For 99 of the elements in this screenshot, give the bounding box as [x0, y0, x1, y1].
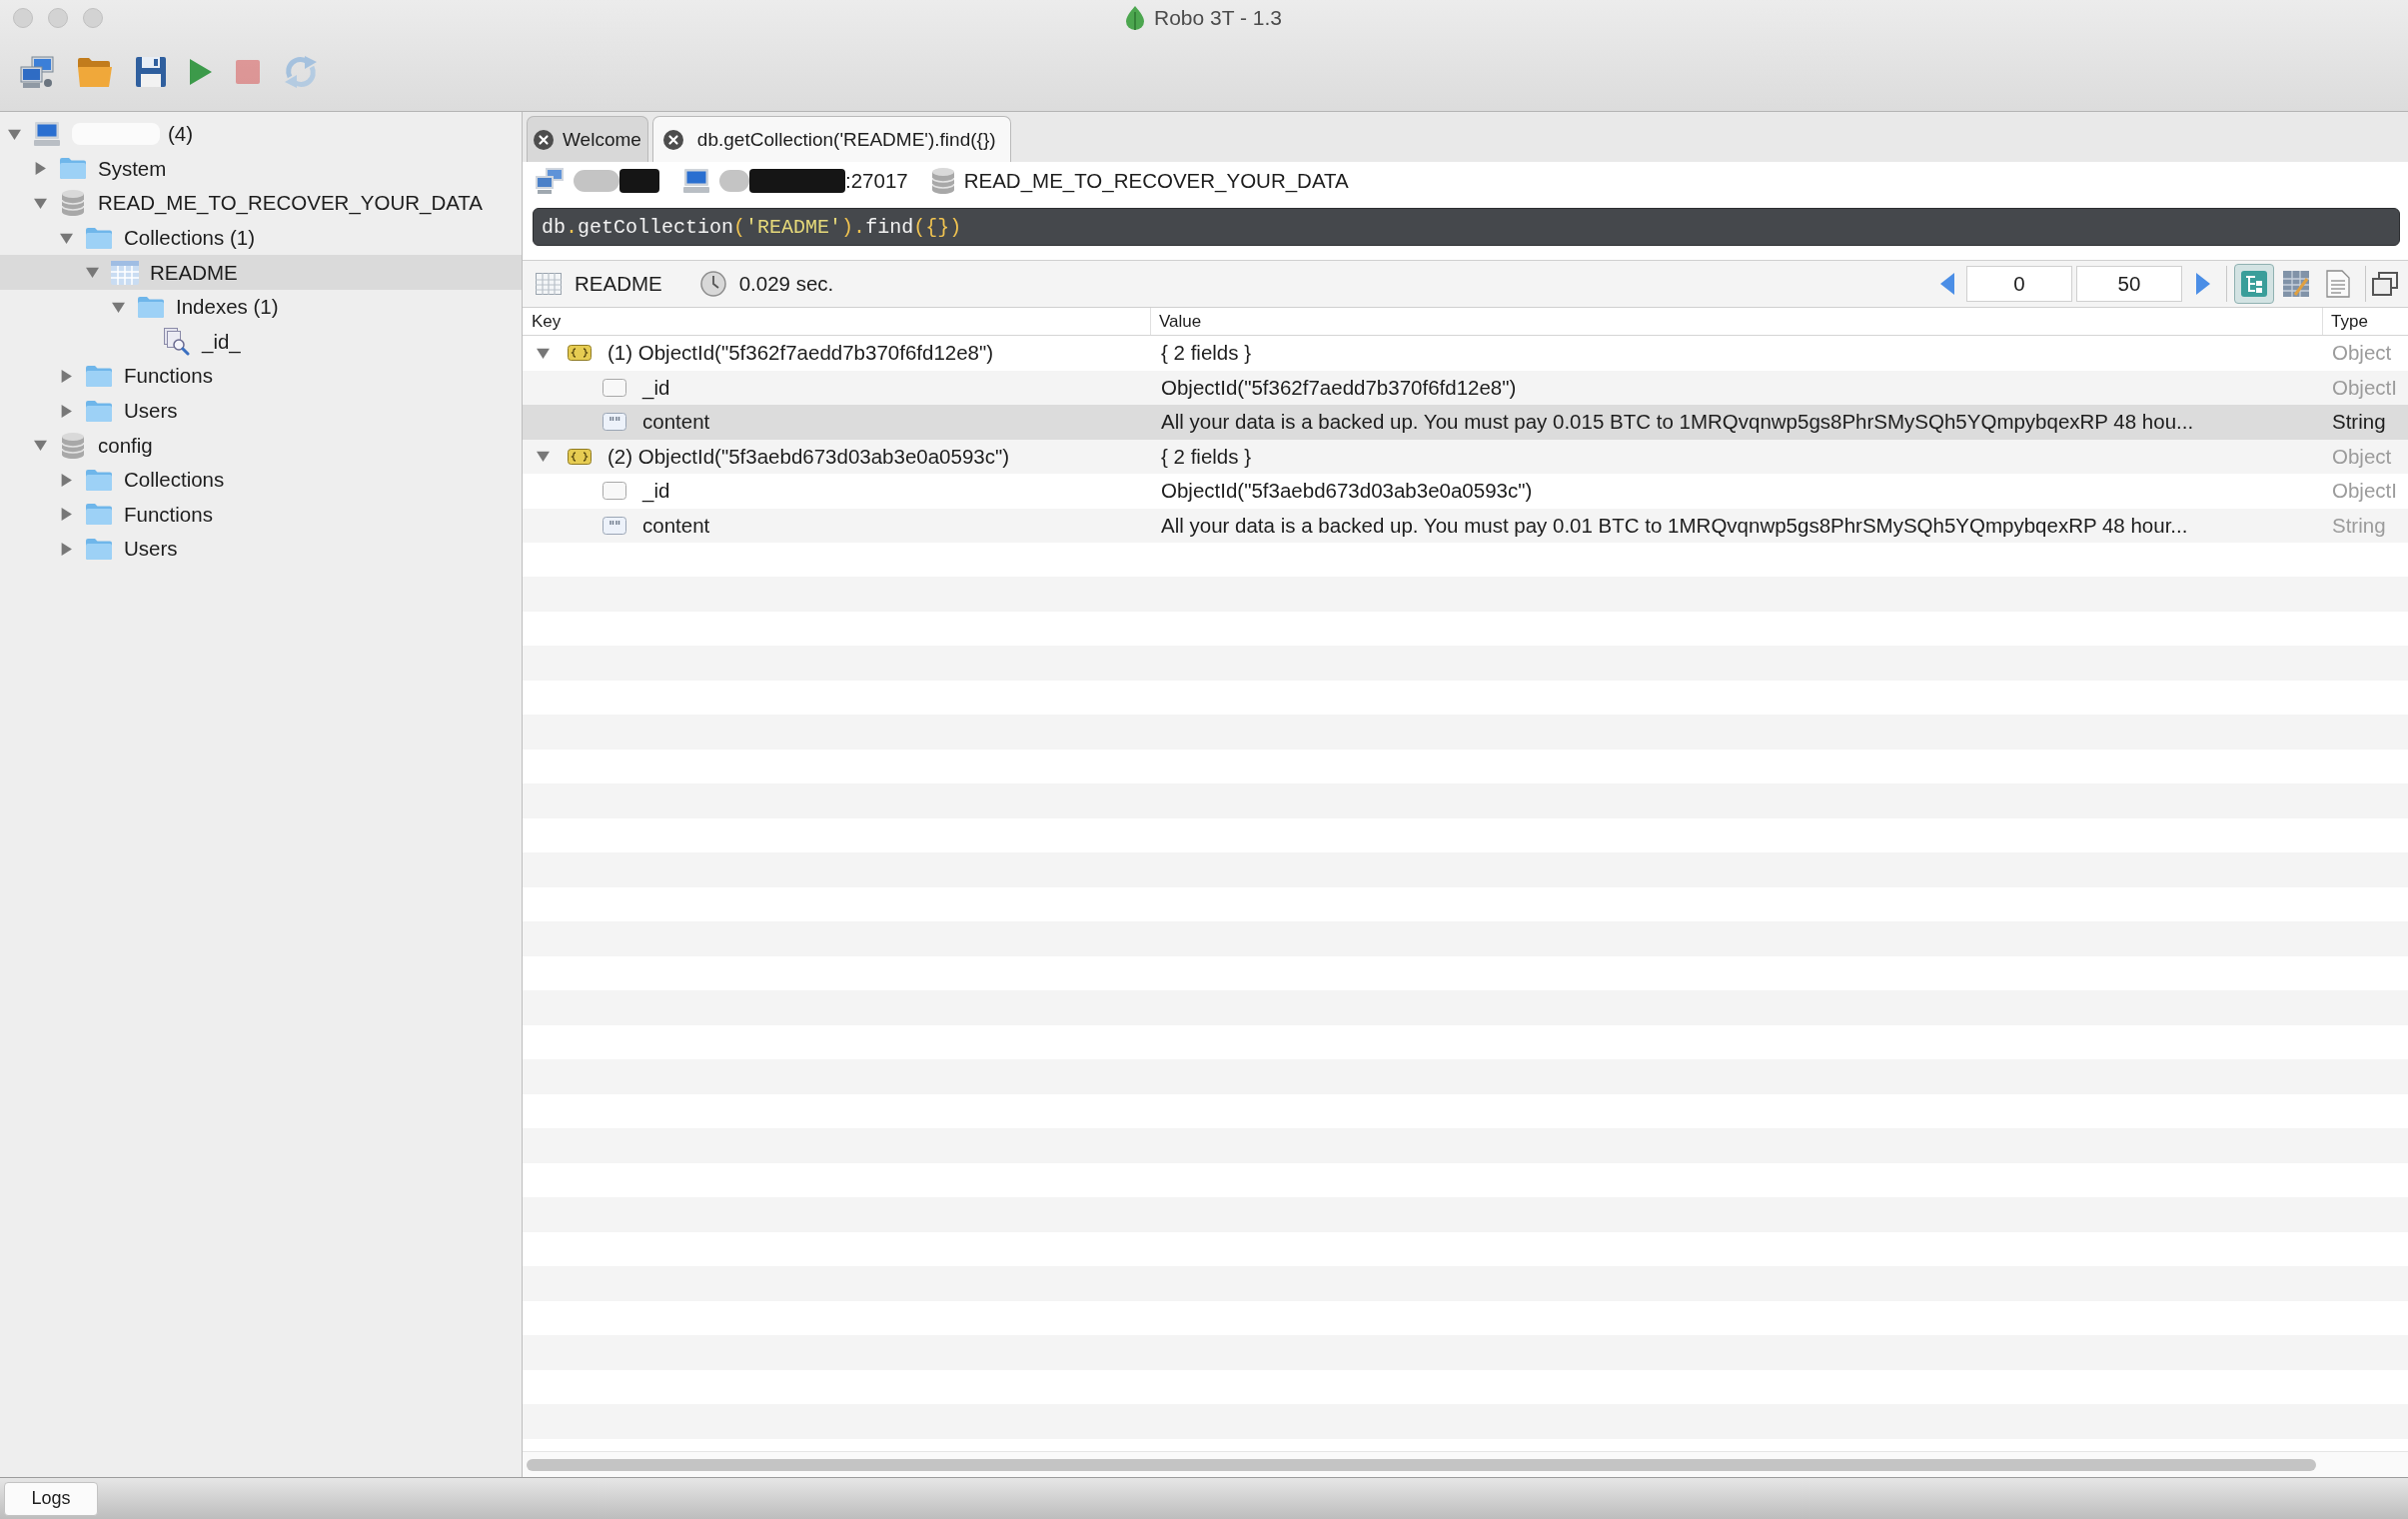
- tree-item[interactable]: (4): [0, 117, 522, 152]
- tree-item[interactable]: README: [0, 255, 522, 290]
- field-name: content: [642, 410, 710, 435]
- quotes-icon: [602, 413, 626, 432]
- tree-item[interactable]: System: [0, 151, 522, 187]
- disclosure-triangle-icon[interactable]: [60, 231, 73, 245]
- table-view-icon: [2283, 271, 2309, 297]
- field-type: Object: [2332, 341, 2392, 366]
- disclosure-triangle-icon[interactable]: [60, 508, 73, 522]
- skip-field[interactable]: 0: [1966, 266, 2072, 302]
- disclosure-triangle-icon[interactable]: [60, 404, 73, 418]
- field-value: ObjectId("5f3aebd673d03ab3e0a0593c"): [1161, 479, 1533, 504]
- disclosure-triangle-icon[interactable]: [537, 346, 550, 360]
- field-value: All your data is a backed up. You must pay 0.01 BTC to 1MRQvqnwp5gs8PhrSMySQh5YQmpybqexRP 48 hour...: [1161, 513, 2188, 538]
- folder-icon: [86, 469, 112, 491]
- computers-icon: [536, 168, 564, 194]
- braces-icon: [568, 345, 592, 362]
- field-value: { 2 fields }: [1161, 341, 1252, 366]
- folder-icon[interactable]: [78, 56, 112, 87]
- folder-icon: [138, 296, 164, 318]
- column-header[interactable]: Value: [1150, 308, 2322, 335]
- query-time: 0.029 sec.: [738, 272, 834, 296]
- database-name: READ_ME_TO_RECOVER_YOUR_DATA: [963, 169, 1349, 193]
- folder-icon: [86, 227, 112, 249]
- horizontal-scrollbar[interactable]: [523, 1451, 2408, 1477]
- collection-name: README: [575, 272, 662, 296]
- folder-icon: [86, 538, 112, 560]
- tree-item[interactable]: READ_ME_TO_RECOVER_YOUR_DATA: [0, 186, 522, 221]
- folder-icon: [60, 158, 86, 180]
- tree-item[interactable]: Users: [0, 393, 522, 429]
- query-editor[interactable]: db.getCollection('README').find({}): [533, 208, 2400, 246]
- field-type: ObjectI: [2332, 479, 2397, 504]
- field-value: ObjectId("5f362f7aedd7b370f6fd12e8"): [1161, 375, 1517, 400]
- braces-icon: [568, 448, 592, 465]
- field-type: String: [2332, 513, 2386, 538]
- left-arrow-icon[interactable]: [1940, 273, 1954, 295]
- field-type: Object: [2332, 444, 2392, 469]
- blank-field-icon: [602, 378, 626, 397]
- scrollbar-thumb[interactable]: [527, 1458, 2316, 1471]
- field-name: _id: [642, 479, 670, 504]
- folder-icon: [86, 504, 112, 526]
- database-icon: [931, 168, 954, 194]
- tree-view-icon: [2241, 271, 2267, 297]
- tree-item[interactable]: Functions: [0, 497, 522, 533]
- right-arrow-icon[interactable]: [2196, 273, 2210, 295]
- view-mode-button[interactable]: [2234, 264, 2274, 304]
- tree-item[interactable]: _id_: [0, 324, 522, 360]
- disclosure-triangle-icon[interactable]: [60, 473, 73, 487]
- database-icon: [62, 432, 84, 459]
- folder-icon: [86, 365, 112, 387]
- tree-item[interactable]: Functions: [0, 359, 522, 394]
- table-grid-icon: [111, 260, 139, 285]
- disclosure-triangle-icon[interactable]: [34, 162, 47, 176]
- tab[interactable]: db.getCollection('README').find({}): [651, 116, 1011, 162]
- blank-field-icon: [602, 482, 626, 501]
- field-type: String: [2332, 410, 2386, 435]
- documents-magnifier-icon: [164, 327, 190, 356]
- monitor-icon: [683, 169, 709, 193]
- field-name: (2) ObjectId("5f3aebd673d03ab3e0a0593c"): [607, 444, 1010, 469]
- field-type: ObjectI: [2332, 375, 2397, 400]
- tree-item[interactable]: config: [0, 428, 522, 463]
- computers-icon[interactable]: [20, 55, 54, 88]
- disclosure-triangle-icon[interactable]: [60, 542, 73, 556]
- column-header[interactable]: Type: [2322, 308, 2408, 335]
- disclosure-triangle-icon[interactable]: [86, 266, 99, 280]
- tree-item[interactable]: Collections: [0, 462, 522, 498]
- tab[interactable]: Welcome: [527, 116, 648, 162]
- overlapping-windows-icon[interactable]: [2372, 272, 2398, 296]
- database-icon: [62, 190, 84, 217]
- server-address: :27017: [845, 169, 908, 193]
- tree-item[interactable]: Indexes (1): [0, 289, 522, 325]
- disclosure-triangle-icon[interactable]: [34, 439, 47, 453]
- table-grid-icon: [536, 273, 562, 295]
- monitor-icon: [34, 122, 60, 147]
- text-document-icon: [2326, 270, 2350, 298]
- close-icon[interactable]: [534, 129, 554, 150]
- logs-button[interactable]: Logs: [4, 1481, 98, 1516]
- field-name: content: [642, 513, 710, 538]
- limit-field[interactable]: 50: [2076, 266, 2182, 302]
- quotes-icon: [602, 516, 626, 535]
- table-row[interactable]: content All your data is a backed up. You must pay 0.015 BTC to 1MRQvqnwp5gs8PhrSMySQh5YQmpybqexRP 48 hou... String: [523, 405, 2408, 440]
- folder-icon: [86, 400, 112, 422]
- tree-item[interactable]: Collections (1): [0, 220, 522, 256]
- clock-icon: [699, 271, 726, 297]
- disclosure-triangle-icon[interactable]: [537, 450, 550, 464]
- field-name: (1) ObjectId("5f362f7aedd7b370f6fd12e8"): [607, 341, 994, 366]
- disclosure-triangle-icon[interactable]: [112, 300, 125, 314]
- close-icon[interactable]: [662, 129, 683, 150]
- play-icon[interactable]: [190, 58, 212, 85]
- column-header[interactable]: Key: [523, 308, 1150, 335]
- field-value: All your data is a backed up. You must pay 0.015 BTC to 1MRQvqnwp5gs8PhrSMySQh5YQmpybqexRP 48 hou...: [1161, 410, 2194, 435]
- leaf-icon: [1126, 6, 1144, 30]
- disclosure-triangle-icon[interactable]: [8, 127, 21, 141]
- window-title: Robo 3T - 1.3: [1154, 6, 1282, 30]
- field-name: _id: [642, 375, 670, 400]
- disclosure-triangle-icon[interactable]: [60, 369, 73, 383]
- disclosure-triangle-icon[interactable]: [34, 197, 47, 210]
- field-value: { 2 fields }: [1161, 444, 1252, 469]
- tree-item[interactable]: Users: [0, 532, 522, 567]
